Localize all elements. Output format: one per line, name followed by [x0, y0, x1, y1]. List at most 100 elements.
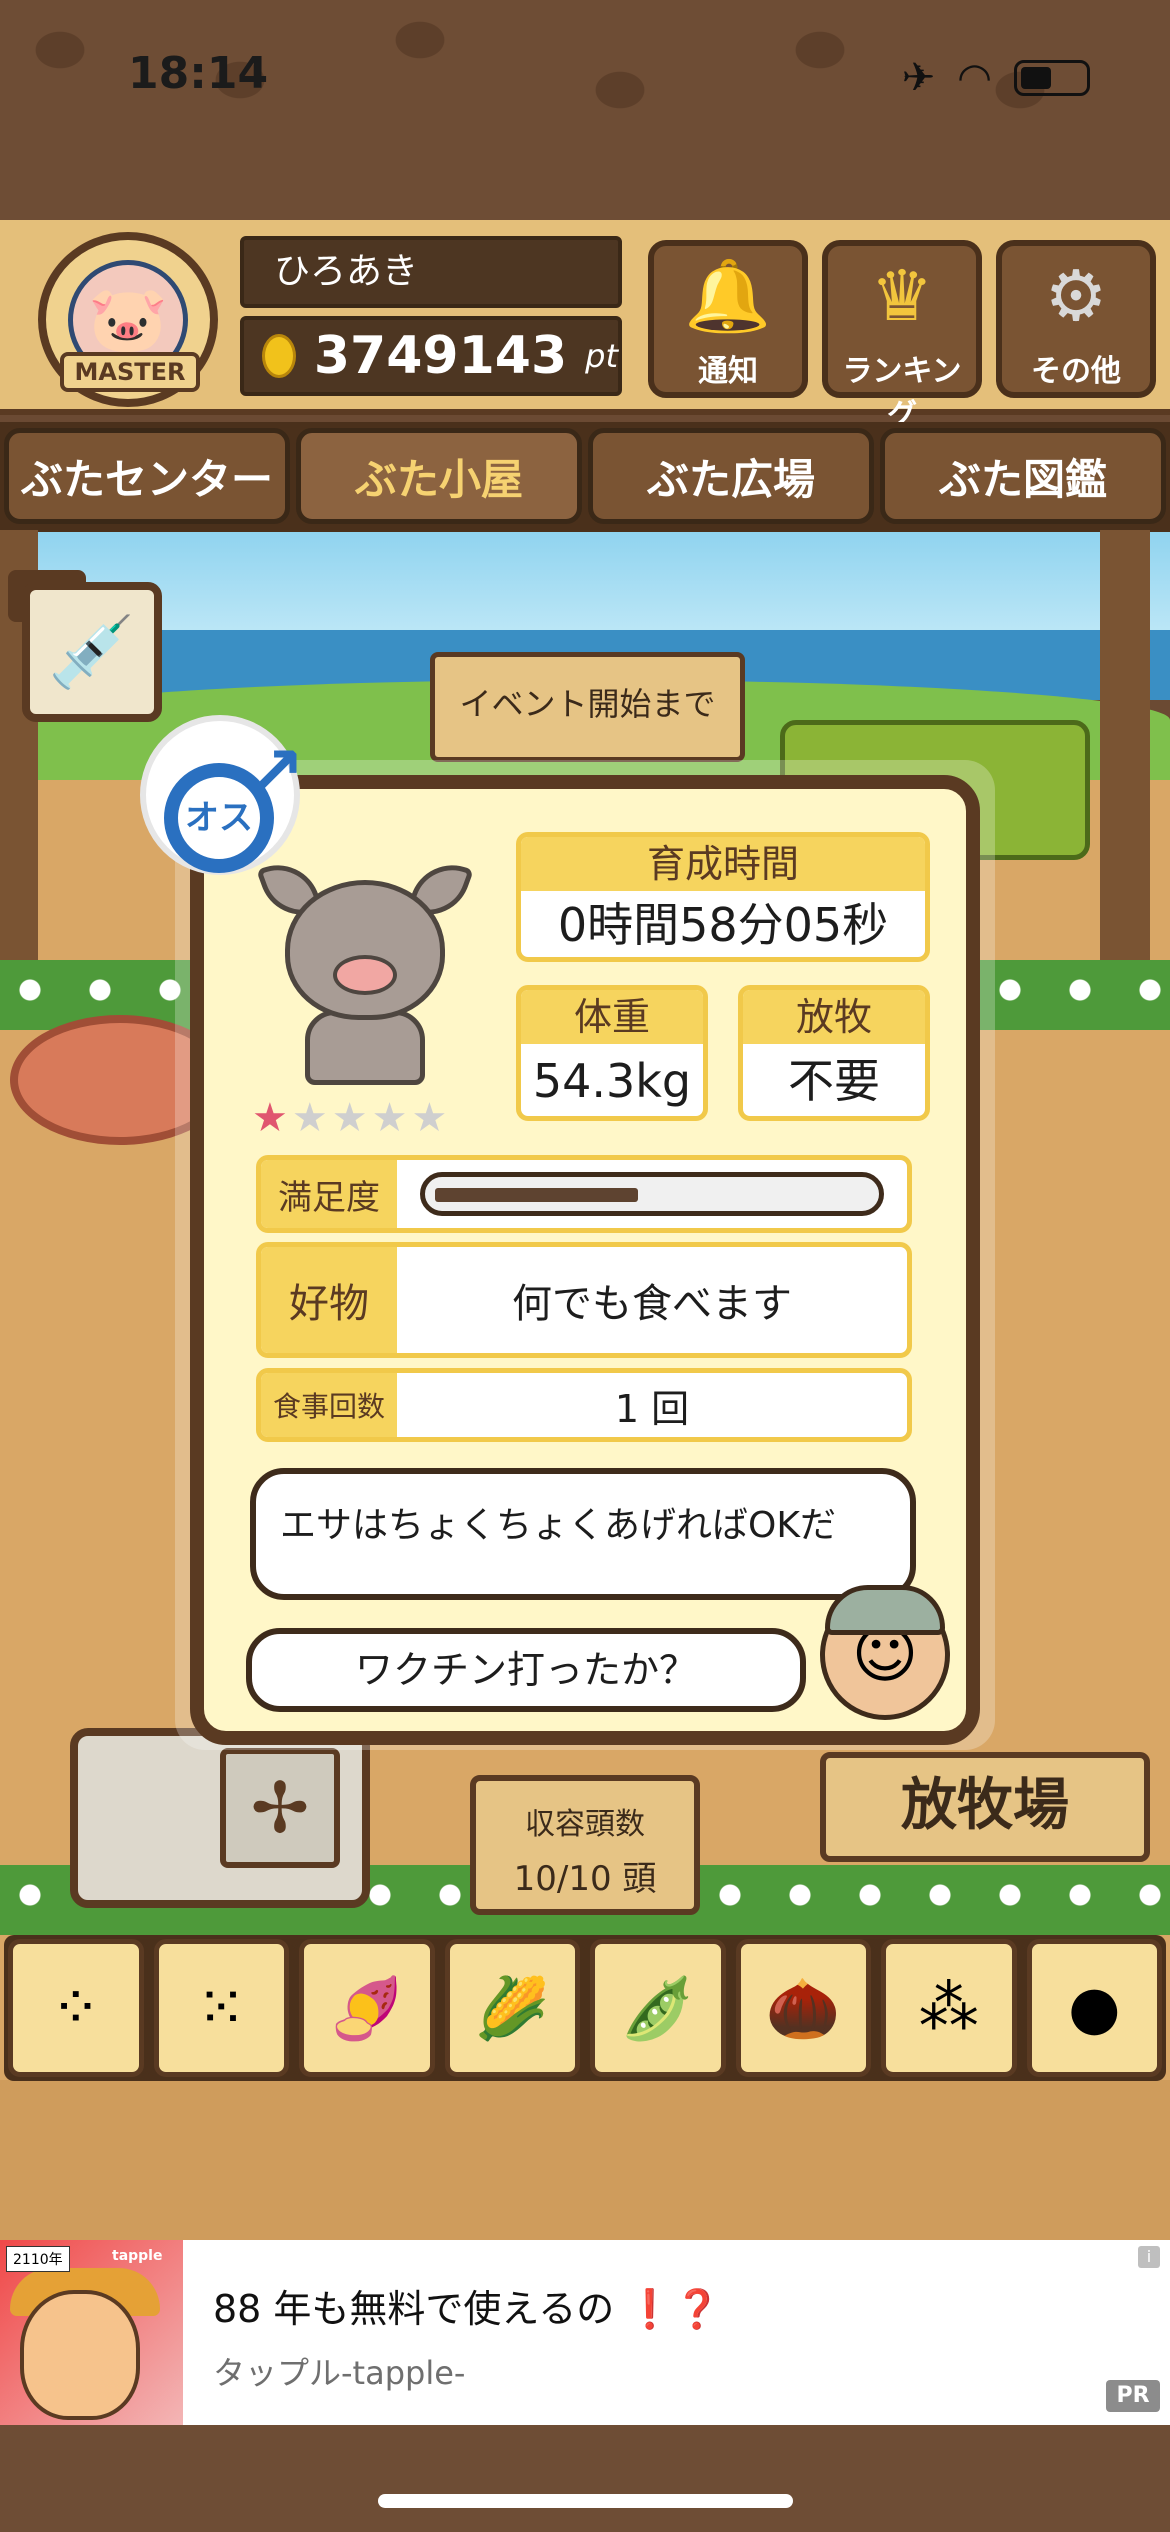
- soybeans-icon: ⁂: [918, 1973, 979, 2043]
- nav-buta-encyclopedia[interactable]: ぶた図鑑: [880, 428, 1166, 524]
- notification-button[interactable]: 🔔 通知: [648, 240, 808, 398]
- ad-thumb-tag: 2110年: [6, 2246, 70, 2272]
- raising-time-label: 育成時間: [521, 837, 925, 891]
- feed-grain-2-button[interactable]: ⁙: [153, 1939, 289, 2077]
- pig-image: [256, 853, 474, 1090]
- favorite-value: 何でも食べます: [512, 1281, 792, 1327]
- star-icon: ★: [331, 1095, 372, 1141]
- weight-box: 体重 54.3kg: [516, 985, 708, 1121]
- bell-icon: 🔔: [684, 255, 772, 337]
- star-icon: ★: [371, 1095, 412, 1141]
- grazing-box: 放牧 不要: [738, 985, 930, 1121]
- status-time: 18:14: [128, 48, 269, 99]
- gender-badge: ↗ オス: [140, 715, 305, 875]
- crown-icon: ♛: [870, 255, 934, 337]
- right-post: [1100, 530, 1150, 980]
- feed-grain-1-button[interactable]: ⁘: [8, 1939, 144, 2077]
- ad-thumb-brand: tapple: [112, 2248, 163, 2264]
- vaccine-button[interactable]: 💉: [22, 582, 162, 722]
- star-icon: ★: [291, 1095, 332, 1141]
- other-button[interactable]: ⚙ その他: [996, 240, 1156, 398]
- question-bubble: ワクチン打ったか？: [246, 1628, 806, 1712]
- ranking-button[interactable]: ♛ ランキング: [822, 240, 982, 433]
- player-name: ひろあき: [240, 236, 622, 308]
- feed-beans-button[interactable]: 🫛: [590, 1939, 726, 2077]
- grazing-value: 不要: [788, 1054, 880, 1108]
- advice-bubble: エサはちょくちょくあげればOKだ: [250, 1468, 916, 1600]
- master-badge: MASTER: [60, 352, 200, 392]
- feed-corn-button[interactable]: 🌽: [444, 1939, 580, 2077]
- wifi-icon: ◠: [957, 55, 992, 101]
- coin-icon: [262, 334, 296, 378]
- meals-value: 1 回: [614, 1386, 690, 1431]
- grain-mix-icon: ⁙: [196, 1973, 247, 2043]
- capacity-value: 10/10 頭: [513, 1859, 657, 1899]
- feed-bar: ⁘ ⁙ 🍠 🌽 🫛 🌰 ⁂ ●: [4, 1935, 1166, 2081]
- ground-lower: [0, 2080, 1170, 2240]
- feed-truffle-button[interactable]: ●: [1026, 1939, 1162, 2077]
- sky: [0, 530, 1170, 640]
- feed-sweet-potato-button[interactable]: 🍠: [299, 1939, 435, 2077]
- points-unit: pt: [585, 337, 618, 375]
- gender-label: オス: [164, 763, 274, 873]
- event-sign: イベント開始まで: [430, 652, 745, 762]
- satisfaction-label: 満足度: [261, 1160, 397, 1228]
- status-icons: ✈ ◠: [902, 55, 1090, 101]
- capacity-label: 収容頭数: [525, 1807, 645, 1842]
- pasture-sign[interactable]: 放牧場: [820, 1752, 1150, 1862]
- satisfaction-gauge: [420, 1172, 884, 1216]
- fan-icon: ✢: [220, 1748, 340, 1868]
- feed-soybeans-button[interactable]: ⁂: [881, 1939, 1017, 2077]
- ad-pr-badge: PR: [1106, 2380, 1160, 2412]
- syringe-icon: 💉: [48, 610, 136, 693]
- ad-thumbnail[interactable]: 2110年 tapple: [0, 2240, 183, 2425]
- nav-buta-barn[interactable]: ぶた小屋: [296, 428, 582, 524]
- ad-title-text: 88 年も無料で使えるの: [213, 2287, 615, 2331]
- weight-label: 体重: [521, 990, 703, 1044]
- raising-time-value: 0時間58分05秒: [557, 898, 889, 952]
- satisfaction-row: 満足度: [256, 1155, 912, 1233]
- feed-acorn-button[interactable]: 🌰: [735, 1939, 871, 2077]
- truffle-icon: ●: [1068, 1973, 1121, 2043]
- airplane-icon: ✈: [901, 55, 936, 101]
- grazing-label: 放牧: [743, 990, 925, 1044]
- weight-value: 54.3kg: [532, 1054, 692, 1108]
- favorite-row: 好物 何でも食べます: [256, 1242, 912, 1358]
- background-top: [0, 0, 1170, 220]
- meals-label: 食事回数: [261, 1373, 397, 1437]
- star-icon: ★: [411, 1095, 452, 1141]
- star-rating: ★★★★★: [252, 1095, 451, 1141]
- farmer-hat: [825, 1585, 945, 1635]
- pig-body: [305, 1010, 425, 1085]
- background-bottom: [0, 2425, 1170, 2532]
- pig-head: [285, 880, 445, 1020]
- gear-icon: ⚙: [1044, 255, 1108, 337]
- ad-banner[interactable]: 2110年 tapple 88 年も無料で使えるの ❗❓ タップル-tapple…: [0, 2240, 1170, 2425]
- points-display: 3749143 pt: [240, 316, 622, 396]
- home-indicator[interactable]: [378, 2494, 793, 2508]
- ad-face: [20, 2290, 140, 2420]
- nav-buta-plaza[interactable]: ぶた広場: [588, 428, 874, 524]
- raising-time-box: 育成時間 0時間58分05秒: [516, 832, 930, 962]
- main-nav: ぶたセンター ぶた小屋 ぶた広場 ぶた図鑑: [0, 422, 1170, 532]
- satisfaction-gauge-fill: [435, 1188, 639, 1202]
- star-icon-filled: ★: [252, 1095, 292, 1141]
- notification-label: 通知: [698, 354, 758, 389]
- advice-text: エサはちょくちょくあげればOKだ: [280, 1505, 836, 1546]
- sweet-potato-icon: 🍠: [329, 1973, 405, 2044]
- nav-buta-center[interactable]: ぶたセンター: [4, 428, 290, 524]
- battery-icon: [1014, 60, 1090, 96]
- ad-subtitle: タップル-tapple-: [213, 2354, 466, 2392]
- pig-snout: [333, 955, 397, 995]
- ad-title[interactable]: 88 年も無料で使えるの ❗❓: [213, 2278, 721, 2333]
- grain-icon: ⁘: [50, 1973, 101, 2043]
- meals-row: 食事回数 1 回: [256, 1368, 912, 1442]
- satisfaction-gauge-wrap: [397, 1160, 907, 1228]
- ad-title-marks: ❗❓: [626, 2287, 722, 2331]
- question-text: ワクチン打ったか？: [354, 1648, 697, 1692]
- acorn-icon: 🌰: [765, 1973, 841, 2044]
- capacity-sign: 収容頭数 10/10 頭: [470, 1775, 700, 1915]
- other-label: その他: [1031, 354, 1121, 389]
- ad-info-icon[interactable]: i: [1138, 2246, 1160, 2268]
- beans-icon: 🫛: [620, 1973, 696, 2044]
